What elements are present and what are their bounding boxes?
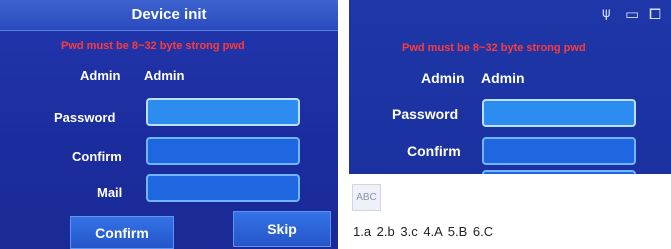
screenshot-stage: Device init Pwd must be 8~32 byte strong… [0, 0, 671, 249]
keyboard-mode-button[interactable]: ABC [352, 184, 381, 211]
on-screen-keyboard: ABC 1.a 2.b 3.c 4.A 5.B 6.C [349, 174, 671, 249]
confirm-password-input[interactable] [146, 137, 300, 165]
password-label: Password [54, 110, 116, 125]
confirm-label: Confirm [72, 149, 122, 164]
device-init-screen: Device init Pwd must be 8~32 byte strong… [0, 0, 338, 249]
sd-card-icon: ▭ [625, 5, 640, 23]
password-input[interactable] [146, 98, 300, 126]
candidate-bar[interactable]: 1.a 2.b 3.c 4.A 5.B 6.C [353, 224, 493, 239]
admin-value: Admin [481, 70, 525, 86]
password-label: Password [392, 106, 459, 122]
confirm-password-input[interactable] [482, 137, 636, 165]
usb-icon: ψ [602, 6, 611, 21]
mail-label: Mail [97, 185, 123, 200]
admin-label: Admin [80, 68, 121, 83]
confirm-label: Confirm [407, 143, 461, 159]
device-init-screen-keyboard: ψ ▭ ⧠ Pwd must be 8~32 byte strong pwd A… [349, 0, 671, 249]
skip-button[interactable]: Skip [233, 211, 331, 247]
admin-value: Admin [144, 68, 185, 83]
password-rule-warning: Pwd must be 8~32 byte strong pwd [402, 42, 586, 54]
page-title: Device init [131, 6, 207, 23]
admin-label: Admin [421, 70, 465, 86]
title-bar: Device init [0, 0, 338, 31]
mail-input[interactable] [146, 174, 300, 202]
password-rule-warning: Pwd must be 8~32 byte strong pwd [61, 40, 245, 52]
window-icon: ⧠ [649, 5, 662, 23]
password-input[interactable] [482, 99, 636, 127]
confirm-button[interactable]: Confirm [70, 216, 174, 249]
